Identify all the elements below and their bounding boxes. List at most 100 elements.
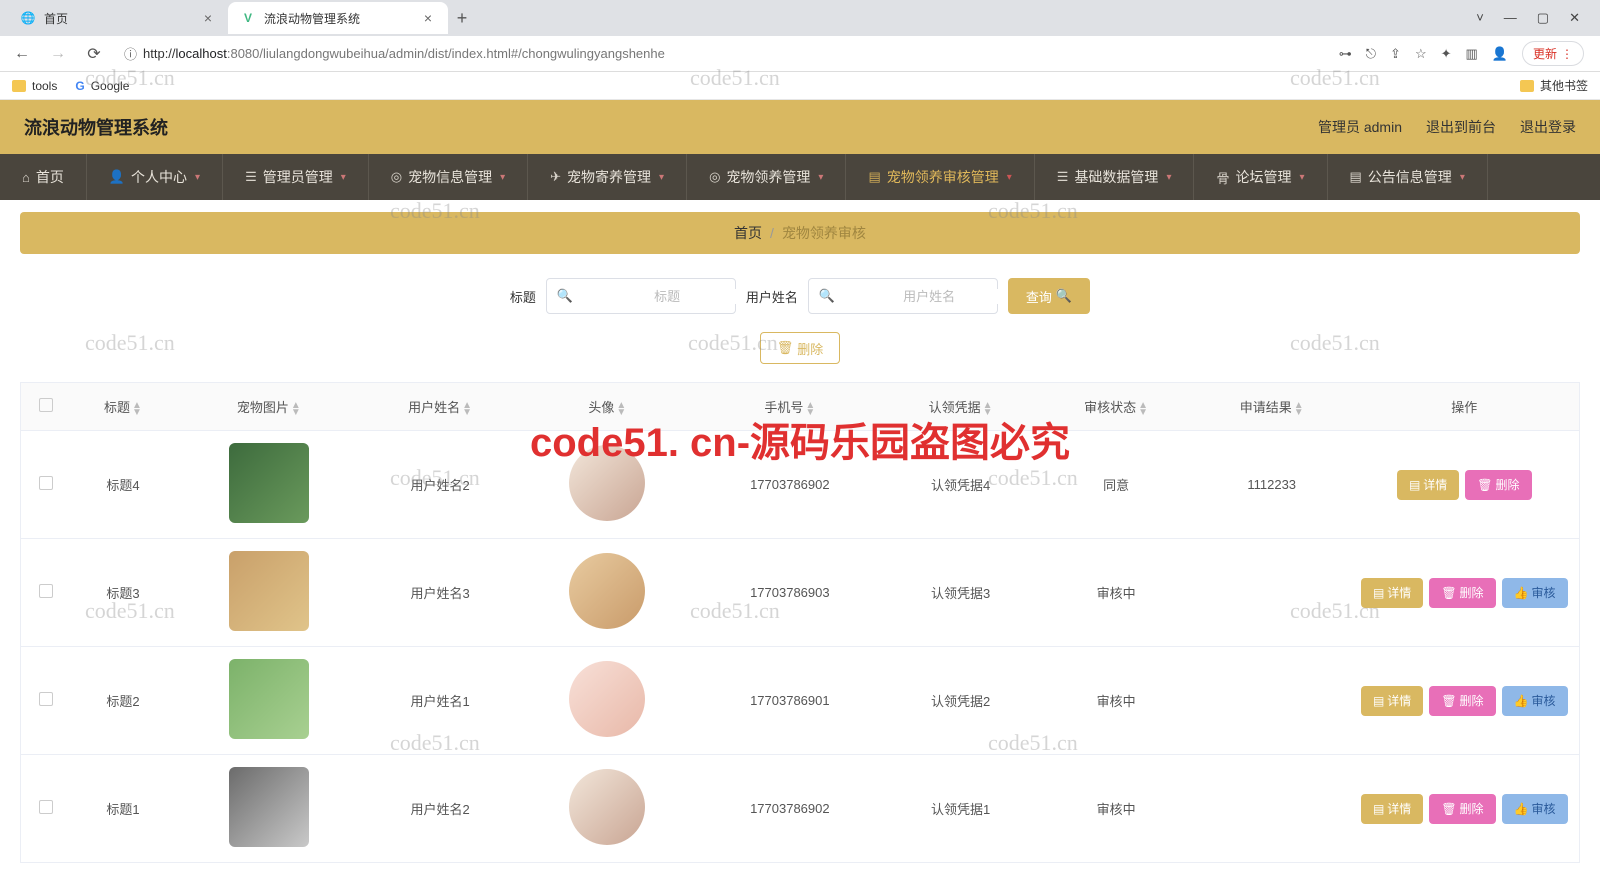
nav-admin-mgmt[interactable]: ☰管理员管理▾ [223, 154, 369, 200]
row-checkbox[interactable] [39, 692, 53, 706]
sort-icon[interactable]: ▲▼ [1138, 402, 1148, 416]
audit-button[interactable]: 👍审核 [1502, 578, 1568, 608]
delete-button[interactable]: 🗑删除 [1429, 686, 1495, 716]
detail-button[interactable]: ▤详情 [1397, 470, 1459, 500]
breadcrumb-home[interactable]: 首页 [734, 223, 762, 243]
col-claim[interactable]: 认领凭据 [929, 400, 981, 415]
cell-claim: 认领凭据1 [883, 755, 1039, 863]
globe-icon: 🌐 [20, 10, 36, 26]
close-icon[interactable]: × [420, 10, 436, 26]
maximize-icon[interactable]: ▢ [1537, 10, 1549, 26]
browser-tab-1[interactable]: V 流浪动物管理系统 × [228, 2, 448, 34]
col-title[interactable]: 标题 [104, 400, 130, 415]
nav-personal[interactable]: 👤个人中心▾ [87, 154, 223, 200]
query-button[interactable]: 查询 🔍 [1008, 278, 1090, 314]
nav-pet-foster[interactable]: ✈宠物寄养管理▾ [528, 154, 687, 200]
detail-button[interactable]: ▤详情 [1361, 794, 1423, 824]
sort-icon[interactable]: ▲▼ [132, 402, 142, 416]
row-checkbox[interactable] [39, 584, 53, 598]
nav-home[interactable]: ⌂首页 [0, 154, 87, 200]
pet-image[interactable] [229, 443, 309, 523]
star-icon[interactable]: ☆ [1415, 46, 1427, 62]
nav-pet-adopt[interactable]: ◎宠物领养管理▾ [687, 154, 846, 200]
pet-image[interactable] [229, 551, 309, 631]
bookmark-other[interactable]: 其他书签 [1520, 77, 1588, 94]
row-checkbox[interactable] [39, 476, 53, 490]
browser-tab-0[interactable]: 🌐 首页 × [8, 2, 228, 34]
search-username-input[interactable] [841, 289, 1017, 304]
pet-image[interactable] [229, 767, 309, 847]
update-button[interactable]: 更新 ⋮ [1522, 41, 1584, 66]
new-tab-button[interactable]: + [448, 4, 476, 32]
exit-to-front-link[interactable]: 退出到前台 [1426, 117, 1496, 137]
bulk-delete-button[interactable]: 🗑删除 [760, 332, 841, 364]
minimize-icon[interactable]: — [1504, 10, 1517, 26]
cell-phone: 17703786903 [697, 539, 883, 647]
avatar[interactable] [569, 445, 645, 521]
col-avatar[interactable]: 头像 [588, 400, 614, 415]
delete-button[interactable]: 🗑删除 [1429, 794, 1495, 824]
cell-claim: 认领凭据4 [883, 431, 1039, 539]
nav-notice[interactable]: ▤公告信息管理▾ [1328, 154, 1488, 200]
chevron-down-icon: ▾ [1007, 172, 1012, 183]
cell-phone: 17703786901 [697, 647, 883, 755]
url-input[interactable]: ⓘ http://localhost:8080/liulangdongwubei… [116, 40, 1323, 68]
forward-button[interactable]: → [44, 40, 72, 68]
detail-button[interactable]: ▤详情 [1361, 686, 1423, 716]
avatar[interactable] [569, 553, 645, 629]
profile-icon[interactable]: 👤 [1492, 46, 1508, 62]
bookmark-google[interactable]: GGoogle [75, 79, 129, 93]
search-title-input[interactable] [579, 289, 755, 304]
nav-base-data[interactable]: ☰基础数据管理▾ [1035, 154, 1195, 200]
delete-button[interactable]: 🗑删除 [1465, 470, 1531, 500]
nav-pet-info[interactable]: ◎宠物信息管理▾ [369, 154, 528, 200]
back-button[interactable]: ← [8, 40, 36, 68]
chevron-down-icon[interactable]: ˅ [1476, 10, 1484, 26]
pet-image[interactable] [229, 659, 309, 739]
avatar[interactable] [569, 661, 645, 737]
nav-forum[interactable]: ⾻论坛管理▾ [1194, 154, 1327, 200]
col-audit-status[interactable]: 审核状态 [1084, 400, 1136, 415]
select-all-checkbox[interactable] [39, 398, 53, 412]
col-phone[interactable]: 手机号 [764, 400, 803, 415]
col-apply-result[interactable]: 申请结果 [1240, 400, 1292, 415]
col-pet-img[interactable]: 宠物图片 [237, 400, 289, 415]
bookmark-bar: tools GGoogle 其他书签 [0, 72, 1600, 100]
thumb-icon: 👍 [1514, 586, 1529, 600]
admin-label[interactable]: 管理员 admin [1318, 117, 1402, 137]
sort-icon[interactable]: ▲▼ [1294, 402, 1304, 416]
cell-username: 用户姓名1 [362, 647, 518, 755]
sort-icon[interactable]: ▲▼ [616, 402, 626, 416]
audit-button[interactable]: 👍审核 [1502, 686, 1568, 716]
share-icon[interactable]: ⇪ [1390, 46, 1401, 62]
sort-icon[interactable]: ▲▼ [291, 402, 301, 416]
extensions-icon[interactable]: ✦ [1441, 46, 1452, 62]
sort-icon[interactable]: ▲▼ [983, 402, 993, 416]
cell-username: 用户姓名3 [362, 539, 518, 647]
audit-button[interactable]: 👍审核 [1502, 794, 1568, 824]
key-icon[interactable]: ⊶ [1339, 46, 1352, 62]
table-row: 标题2用户姓名117703786901认领凭据2审核中▤详情🗑删除👍审核 [21, 647, 1580, 755]
chevron-down-icon: ▾ [341, 172, 346, 183]
row-checkbox[interactable] [39, 800, 53, 814]
sort-icon[interactable]: ▲▼ [805, 402, 815, 416]
close-icon[interactable]: × [200, 10, 216, 26]
logout-link[interactable]: 退出登录 [1520, 117, 1576, 137]
content: 首页 / 宠物领养审核 标题 🔍 用户姓名 🔍 查询 🔍 🗑删除 标题▲▼ 宠物… [0, 200, 1600, 875]
delete-button[interactable]: 🗑删除 [1429, 578, 1495, 608]
bookmark-tools[interactable]: tools [12, 79, 57, 93]
col-username[interactable]: 用户姓名 [408, 400, 460, 415]
send-icon: ✈ [550, 169, 561, 185]
detail-button[interactable]: ▤详情 [1361, 578, 1423, 608]
translate-icon[interactable]: ⎋ [1366, 46, 1376, 62]
col-ops: 操作 [1451, 400, 1477, 415]
nav-pet-audit[interactable]: ▤宠物领养审核管理▾ [846, 154, 1034, 200]
close-window-icon[interactable]: ✕ [1569, 10, 1580, 26]
sidepanel-icon[interactable]: ▥ [1466, 46, 1478, 62]
folder-icon [12, 80, 26, 92]
trash-icon: 🗑 [1477, 478, 1492, 492]
avatar[interactable] [569, 769, 645, 845]
sort-icon[interactable]: ▲▼ [462, 402, 472, 416]
reload-button[interactable]: ⟳ [80, 40, 108, 68]
search-username-label: 用户姓名 [746, 287, 798, 306]
